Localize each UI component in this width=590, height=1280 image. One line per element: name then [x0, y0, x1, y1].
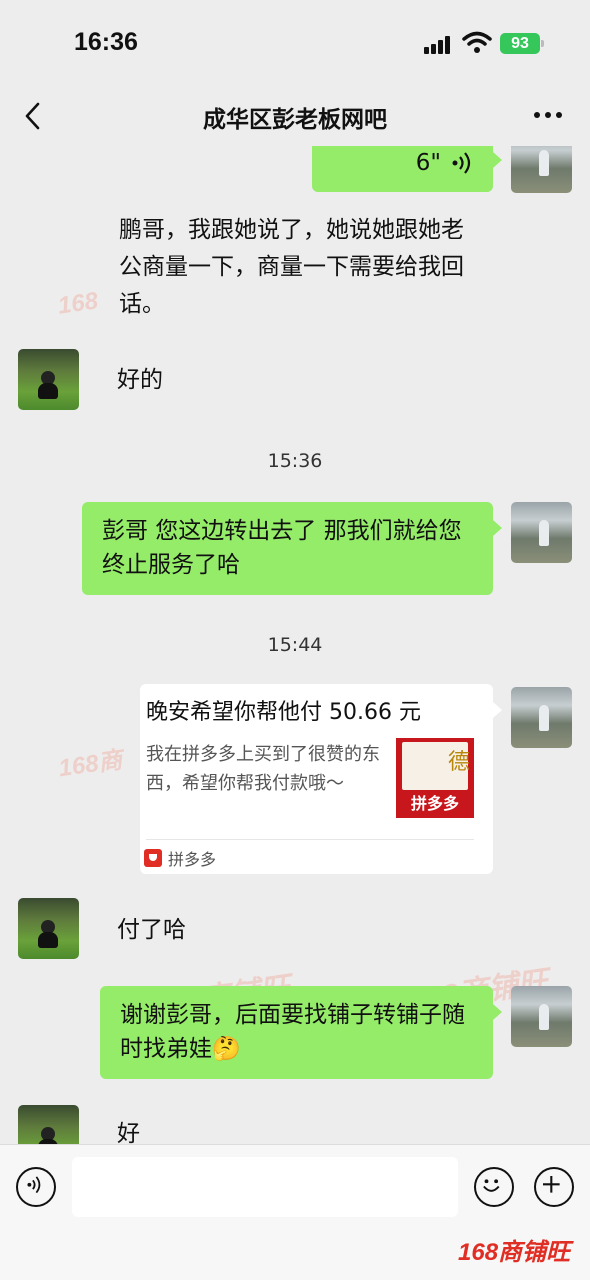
my-avatar[interactable]	[511, 502, 572, 563]
outgoing-message[interactable]: 谢谢彭哥，后面要找铺子转铺子随时找弟娃🤔	[100, 986, 502, 1079]
my-avatar[interactable]	[511, 146, 572, 193]
message-input[interactable]	[72, 1157, 458, 1217]
status-time: 16:36	[74, 28, 138, 56]
battery-level: 93	[511, 35, 529, 52]
incoming-message: 付了哈	[117, 917, 186, 943]
incoming-message: 鹏哥，我跟她说了，她说她跟她老公商量一下，商量一下需要给我回话。	[119, 217, 464, 317]
timestamp: 15:44	[267, 634, 323, 656]
battery-icon: 93	[500, 33, 544, 54]
my-avatar[interactable]	[511, 986, 572, 1047]
wifi-icon	[462, 31, 492, 53]
voice-wave-icon	[452, 152, 471, 174]
pinduoduo-icon	[144, 849, 162, 867]
emoji-icon[interactable]	[474, 1167, 514, 1207]
payment-request-card[interactable]: 晚安希望你帮他付 50.66 元 我在拼多多上买到了很赞的东西，希望你帮我付款哦…	[140, 684, 502, 874]
outgoing-message[interactable]: 彭哥 您这边转出去了 那我们就给您终止服务了哈	[82, 502, 502, 595]
incoming-message: 好的	[117, 367, 163, 393]
card-divider	[146, 839, 474, 840]
voice-input-icon[interactable]	[16, 1167, 56, 1207]
product-thumbnail: 德 拼多多	[396, 738, 474, 818]
contact-avatar[interactable]	[18, 898, 79, 959]
nav-bar: 成华区彭老板网吧	[0, 88, 590, 146]
brand-watermark: 168商铺旺	[458, 1239, 571, 1266]
voice-duration: 6"	[415, 150, 441, 176]
my-avatar[interactable]	[511, 687, 572, 748]
signal-icon	[424, 36, 456, 54]
more-icon[interactable]	[532, 110, 564, 120]
card-title: 晚安希望你帮他付 50.66 元	[146, 700, 421, 725]
watermark: 168	[56, 287, 100, 320]
card-description: 我在拼多多上买到了很赞的东西，希望你帮我付款哦～	[146, 744, 380, 794]
chat-title: 成华区彭老板网吧	[203, 107, 387, 133]
thumbnail-glyph: 德	[448, 750, 471, 775]
status-bar: 16:36 93	[0, 0, 590, 88]
chat-area[interactable]: 168 168商 168商铺旺 168商铺旺 6" 鹏哥，我跟她说了，她说她跟她…	[0, 146, 590, 1144]
watermark: 168商	[56, 746, 125, 783]
card-footer: 拼多多	[144, 846, 216, 870]
contact-avatar[interactable]	[18, 1105, 79, 1144]
thumbnail-label: 拼多多	[410, 794, 459, 813]
contact-avatar[interactable]	[18, 349, 79, 410]
voice-message-bubble[interactable]: 6"	[312, 146, 502, 192]
plus-icon[interactable]	[534, 1167, 574, 1207]
timestamp: 15:36	[267, 450, 323, 472]
incoming-message: 好	[117, 1121, 140, 1144]
card-source: 拼多多	[168, 850, 217, 869]
